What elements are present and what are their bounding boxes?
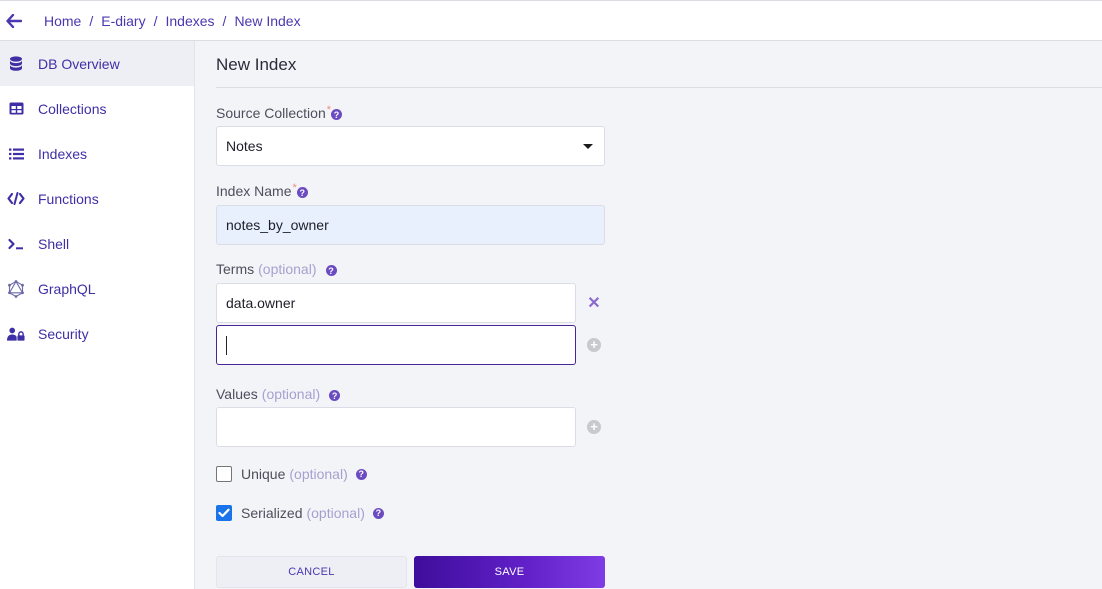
breadcrumb-database[interactable]: E-diary [101,13,145,29]
add-term-button[interactable]: + [587,338,601,352]
source-collection-label-text: Source Collection [216,105,326,121]
sidebar-item-label: GraphQL [38,280,96,297]
sidebar-item-functions[interactable]: Functions [0,176,194,221]
breadcrumb-home[interactable]: Home [44,13,81,29]
remove-term-button[interactable]: ✕ [587,295,601,312]
main-content: New Index Source Collection * ? Notes In… [195,41,1102,589]
title-divider [216,87,1102,88]
unique-option: Unique (optional) ? [216,466,367,482]
values-label: Values (optional) ? [216,386,341,402]
sidebar-item-label: DB Overview [38,55,120,72]
plus-circle-icon: + [587,338,601,352]
terminal-icon [7,235,25,253]
term-value: data.owner [226,295,296,311]
chevron-down-icon [583,144,593,149]
help-icon[interactable]: ? [331,109,343,120]
breadcrumb-indexes[interactable]: Indexes [166,13,215,29]
text-cursor [226,335,227,355]
index-name-input[interactable]: notes_by_owner [216,205,605,245]
index-name-label-text: Index Name [216,183,292,199]
save-button[interactable]: SAVE [414,556,605,588]
help-icon[interactable]: ? [355,468,367,480]
sidebar: DB Overview Collections Indexes Function… [0,41,195,589]
top-bar: Home / E-diary / Indexes / New Index [0,0,1102,41]
sidebar-item-shell[interactable]: Shell [0,221,194,266]
help-icon[interactable]: ? [296,187,308,198]
values-input[interactable] [216,407,576,447]
breadcrumb: Home / E-diary / Indexes / New Index [44,13,301,29]
sidebar-item-db-overview[interactable]: DB Overview [0,41,194,86]
values-label-text: Values [216,386,258,402]
new-term-input[interactable] [216,325,576,365]
code-icon [7,190,25,208]
terms-label-text: Terms [216,261,255,277]
sidebar-item-label: Indexes [38,145,88,162]
sidebar-item-label: Shell [38,235,70,252]
index-name-label: Index Name * ? [216,183,308,199]
close-icon: ✕ [587,295,601,312]
optional-hint: (optional) [289,466,348,482]
source-collection-select[interactable]: Notes [216,126,605,166]
page-title: New Index [216,55,297,74]
term-input[interactable]: data.owner [216,283,576,323]
optional-hint: (optional) [258,261,317,277]
database-icon [7,55,25,73]
optional-hint: (optional) [261,386,321,402]
sidebar-item-label: Collections [38,100,107,117]
sidebar-item-label: Functions [38,190,99,207]
table-icon [7,100,25,118]
graphql-icon [7,279,25,298]
sidebar-item-label: Security [38,325,89,342]
unique-label: Unique [241,466,286,482]
source-collection-label: Source Collection * ? [216,105,343,121]
breadcrumb-separator: / [222,12,227,29]
sidebar-item-collections[interactable]: Collections [0,86,194,131]
serialized-option: Serialized (optional) ? [216,505,384,521]
terms-label: Terms (optional) ? [216,261,337,277]
breadcrumb-current: New Index [234,12,301,29]
arrow-left-icon [6,13,22,28]
checkmark-icon [218,508,230,518]
unique-checkbox[interactable] [216,466,232,482]
cancel-button[interactable]: CANCEL [216,556,407,588]
serialized-checkbox[interactable] [216,505,232,521]
index-name-value: notes_by_owner [226,217,329,233]
breadcrumb-separator: / [89,12,94,29]
add-value-button[interactable]: + [587,420,601,434]
user-lock-icon [7,325,25,343]
help-icon[interactable]: ? [329,390,341,401]
help-icon[interactable]: ? [372,507,384,519]
list-icon [7,145,25,163]
source-collection-value: Notes [226,138,263,154]
sidebar-item-graphql[interactable]: GraphQL [0,266,194,311]
sidebar-item-indexes[interactable]: Indexes [0,131,194,176]
back-button[interactable] [6,11,36,31]
plus-circle-icon: + [587,420,601,434]
sidebar-item-security[interactable]: Security [0,311,194,356]
serialized-label: Serialized [241,505,303,521]
breadcrumb-separator: / [153,12,158,29]
help-icon[interactable]: ? [325,265,337,276]
optional-hint: (optional) [306,505,365,521]
